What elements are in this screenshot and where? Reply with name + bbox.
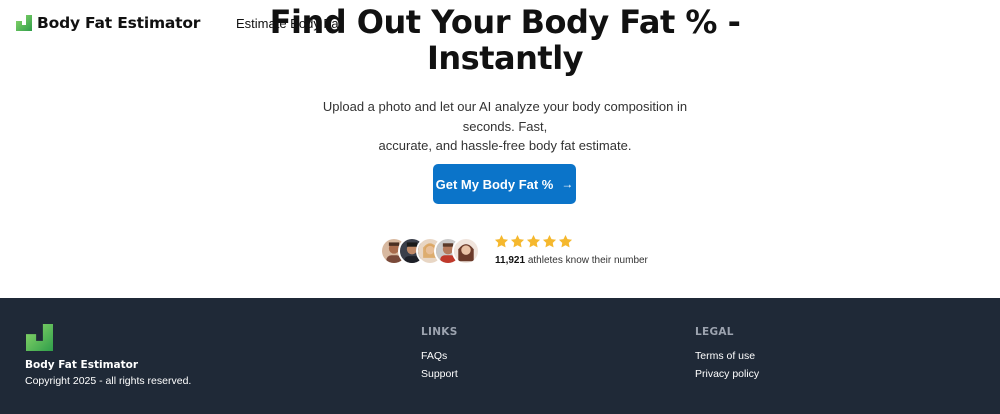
star-icon <box>494 234 509 248</box>
footer: Body Fat Estimator Copyright 2025 - all … <box>0 298 1000 414</box>
star-icon <box>542 234 557 248</box>
footer-link-support[interactable]: Support <box>421 368 458 380</box>
footer-brand: Body Fat Estimator <box>25 359 139 371</box>
avatar-group <box>380 237 480 265</box>
rating-caption-text: athletes know their number <box>527 255 648 266</box>
star-icon <box>558 234 573 248</box>
hero-title: Find Out Your Body Fat % - Instantly <box>0 4 1000 76</box>
cta-label: Get My Body Fat % <box>435 176 554 192</box>
footer-legal-title: LEGAL <box>695 326 734 338</box>
hero-subtitle-line-1: Upload a photo and let our AI analyze yo… <box>322 99 688 134</box>
rating-caption: 11,921 athletes know their number <box>495 255 648 266</box>
hero-title-line-1: Find Out Your Body Fat % - <box>269 3 741 41</box>
avatar <box>452 237 480 265</box>
hero-subtitle: Upload a photo and let our AI analyze yo… <box>300 97 710 156</box>
footer-links-title: LINKS <box>421 326 458 338</box>
athlete-count: 11,921 <box>495 255 526 266</box>
rating-stars <box>494 234 573 249</box>
hero-title-line-2: Instantly <box>426 39 584 77</box>
star-icon <box>526 234 541 248</box>
hero-subtitle-line-2: accurate, and hassle-free body fat estim… <box>378 138 632 153</box>
footer-copyright: Copyright 2025 - all rights reserved. <box>25 375 192 387</box>
footer-logo-icon <box>26 324 53 351</box>
get-body-fat-button[interactable]: Get My Body Fat % → <box>433 164 576 204</box>
footer-link-terms[interactable]: Terms of use <box>695 350 755 362</box>
star-icon <box>510 234 525 248</box>
footer-link-faqs[interactable]: FAQs <box>421 350 447 362</box>
arrow-right-icon: → <box>561 177 574 191</box>
footer-link-privacy[interactable]: Privacy policy <box>695 368 759 380</box>
